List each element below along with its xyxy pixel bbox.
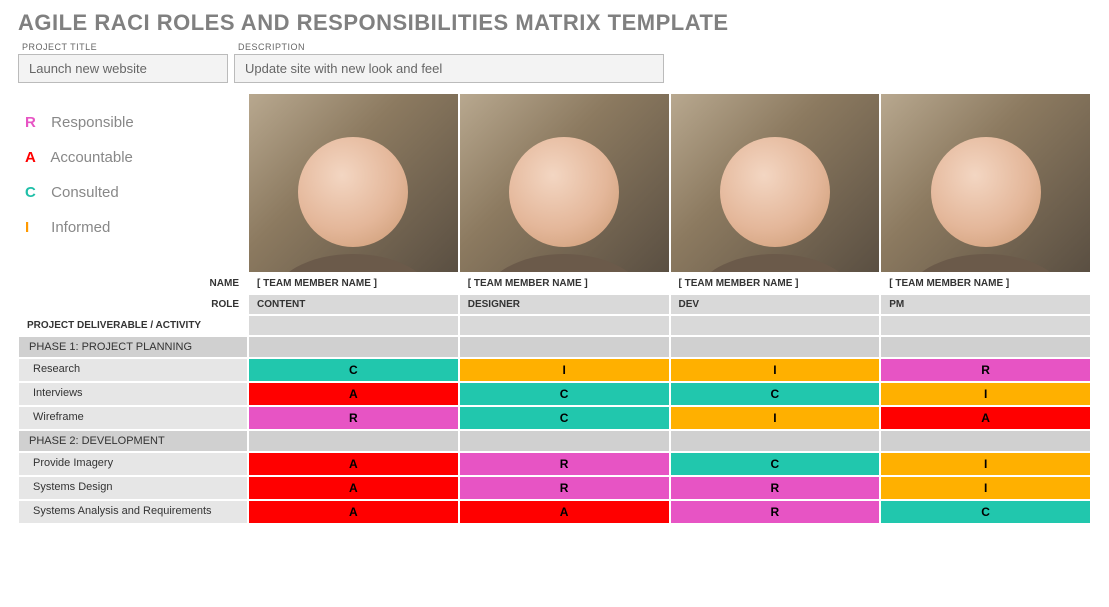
phase-label-1: PHASE 2: DEVELOPMENT bbox=[18, 430, 248, 452]
activity-0-0: Research bbox=[18, 358, 248, 382]
pda-blank-3 bbox=[880, 315, 1091, 336]
activity-1-1: Systems Design bbox=[18, 476, 248, 500]
raci-legend: R Responsible A Accountable C Consulted I I… bbox=[18, 93, 248, 273]
raci-cell-0-1-2[interactable]: C bbox=[670, 382, 881, 406]
legend-letter-A: A bbox=[25, 149, 47, 166]
raci-cell-0-1-1[interactable]: C bbox=[459, 382, 670, 406]
description-label: DESCRIPTION bbox=[234, 42, 664, 52]
pda-header: PROJECT DELIVERABLE / ACTIVITY bbox=[18, 315, 248, 336]
phase-blank-0-3 bbox=[880, 336, 1091, 358]
raci-cell-0-1-0[interactable]: A bbox=[248, 382, 459, 406]
raci-cell-0-0-2[interactable]: I bbox=[670, 358, 881, 382]
legend-word-C: Consulted bbox=[47, 184, 119, 201]
member-photo-0 bbox=[248, 93, 459, 273]
legend-word-R: Responsible bbox=[47, 114, 134, 131]
phase-blank-0-1 bbox=[459, 336, 670, 358]
raci-cell-1-0-2[interactable]: C bbox=[670, 452, 881, 476]
phase-label-0: PHASE 1: PROJECT PLANNING bbox=[18, 336, 248, 358]
activity-1-2: Systems Analysis and Requirements bbox=[18, 500, 248, 524]
legend-item-I: I Informed bbox=[25, 219, 237, 236]
raci-cell-1-2-0[interactable]: A bbox=[248, 500, 459, 524]
raci-cell-0-2-1[interactable]: C bbox=[459, 406, 670, 430]
member-name-3[interactable]: [ TEAM MEMBER NAME ] bbox=[880, 273, 1091, 294]
raci-cell-0-0-3[interactable]: R bbox=[880, 358, 1091, 382]
phase-blank-0-2 bbox=[670, 336, 881, 358]
activity-1-0: Provide Imagery bbox=[18, 452, 248, 476]
legend-word-I: Informed bbox=[47, 219, 110, 236]
raci-cell-1-0-3[interactable]: I bbox=[880, 452, 1091, 476]
project-title-input[interactable]: Launch new website bbox=[18, 54, 228, 83]
member-role-3[interactable]: PM bbox=[880, 294, 1091, 315]
raci-grid: R Responsible A Accountable C Consulted I I… bbox=[18, 93, 1091, 524]
name-header: NAME bbox=[18, 273, 248, 294]
raci-cell-1-2-2[interactable]: R bbox=[670, 500, 881, 524]
pda-blank-1 bbox=[459, 315, 670, 336]
raci-cell-1-0-1[interactable]: R bbox=[459, 452, 670, 476]
raci-cell-1-1-3[interactable]: I bbox=[880, 476, 1091, 500]
raci-cell-0-0-0[interactable]: C bbox=[248, 358, 459, 382]
phase-blank-0-0 bbox=[248, 336, 459, 358]
raci-cell-0-2-0[interactable]: R bbox=[248, 406, 459, 430]
raci-cell-0-0-1[interactable]: I bbox=[459, 358, 670, 382]
member-name-1[interactable]: [ TEAM MEMBER NAME ] bbox=[459, 273, 670, 294]
page-title: AGILE RACI ROLES AND RESPONSIBILITIES MA… bbox=[18, 10, 1091, 36]
member-photo-1 bbox=[459, 93, 670, 273]
member-photo-3 bbox=[880, 93, 1091, 273]
member-role-0[interactable]: CONTENT bbox=[248, 294, 459, 315]
member-name-0[interactable]: [ TEAM MEMBER NAME ] bbox=[248, 273, 459, 294]
member-role-2[interactable]: DEV bbox=[670, 294, 881, 315]
member-role-1[interactable]: DESIGNER bbox=[459, 294, 670, 315]
legend-word-A: Accountable bbox=[47, 149, 133, 166]
raci-cell-1-2-1[interactable]: A bbox=[459, 500, 670, 524]
raci-cell-1-1-1[interactable]: R bbox=[459, 476, 670, 500]
activity-0-2: Wireframe bbox=[18, 406, 248, 430]
activity-0-1: Interviews bbox=[18, 382, 248, 406]
legend-letter-I: I bbox=[25, 219, 47, 236]
meta-row: PROJECT TITLE Launch new website DESCRIP… bbox=[18, 42, 1091, 83]
phase-blank-1-1 bbox=[459, 430, 670, 452]
phase-blank-1-2 bbox=[670, 430, 881, 452]
member-name-2[interactable]: [ TEAM MEMBER NAME ] bbox=[670, 273, 881, 294]
raci-cell-1-1-0[interactable]: A bbox=[248, 476, 459, 500]
pda-blank-2 bbox=[670, 315, 881, 336]
raci-cell-0-1-3[interactable]: I bbox=[880, 382, 1091, 406]
role-header: ROLE bbox=[18, 294, 248, 315]
raci-cell-0-2-2[interactable]: I bbox=[670, 406, 881, 430]
project-title-label: PROJECT TITLE bbox=[18, 42, 228, 52]
description-input[interactable]: Update site with new look and feel bbox=[234, 54, 664, 83]
raci-cell-1-2-3[interactable]: C bbox=[880, 500, 1091, 524]
legend-item-A: A Accountable bbox=[25, 149, 237, 166]
legend-letter-R: R bbox=[25, 114, 47, 131]
legend-item-R: R Responsible bbox=[25, 114, 237, 131]
legend-item-C: C Consulted bbox=[25, 184, 237, 201]
legend-letter-C: C bbox=[25, 184, 47, 201]
member-photo-2 bbox=[670, 93, 881, 273]
raci-cell-1-1-2[interactable]: R bbox=[670, 476, 881, 500]
raci-cell-1-0-0[interactable]: A bbox=[248, 452, 459, 476]
phase-blank-1-0 bbox=[248, 430, 459, 452]
pda-blank-0 bbox=[248, 315, 459, 336]
raci-cell-0-2-3[interactable]: A bbox=[880, 406, 1091, 430]
phase-blank-1-3 bbox=[880, 430, 1091, 452]
